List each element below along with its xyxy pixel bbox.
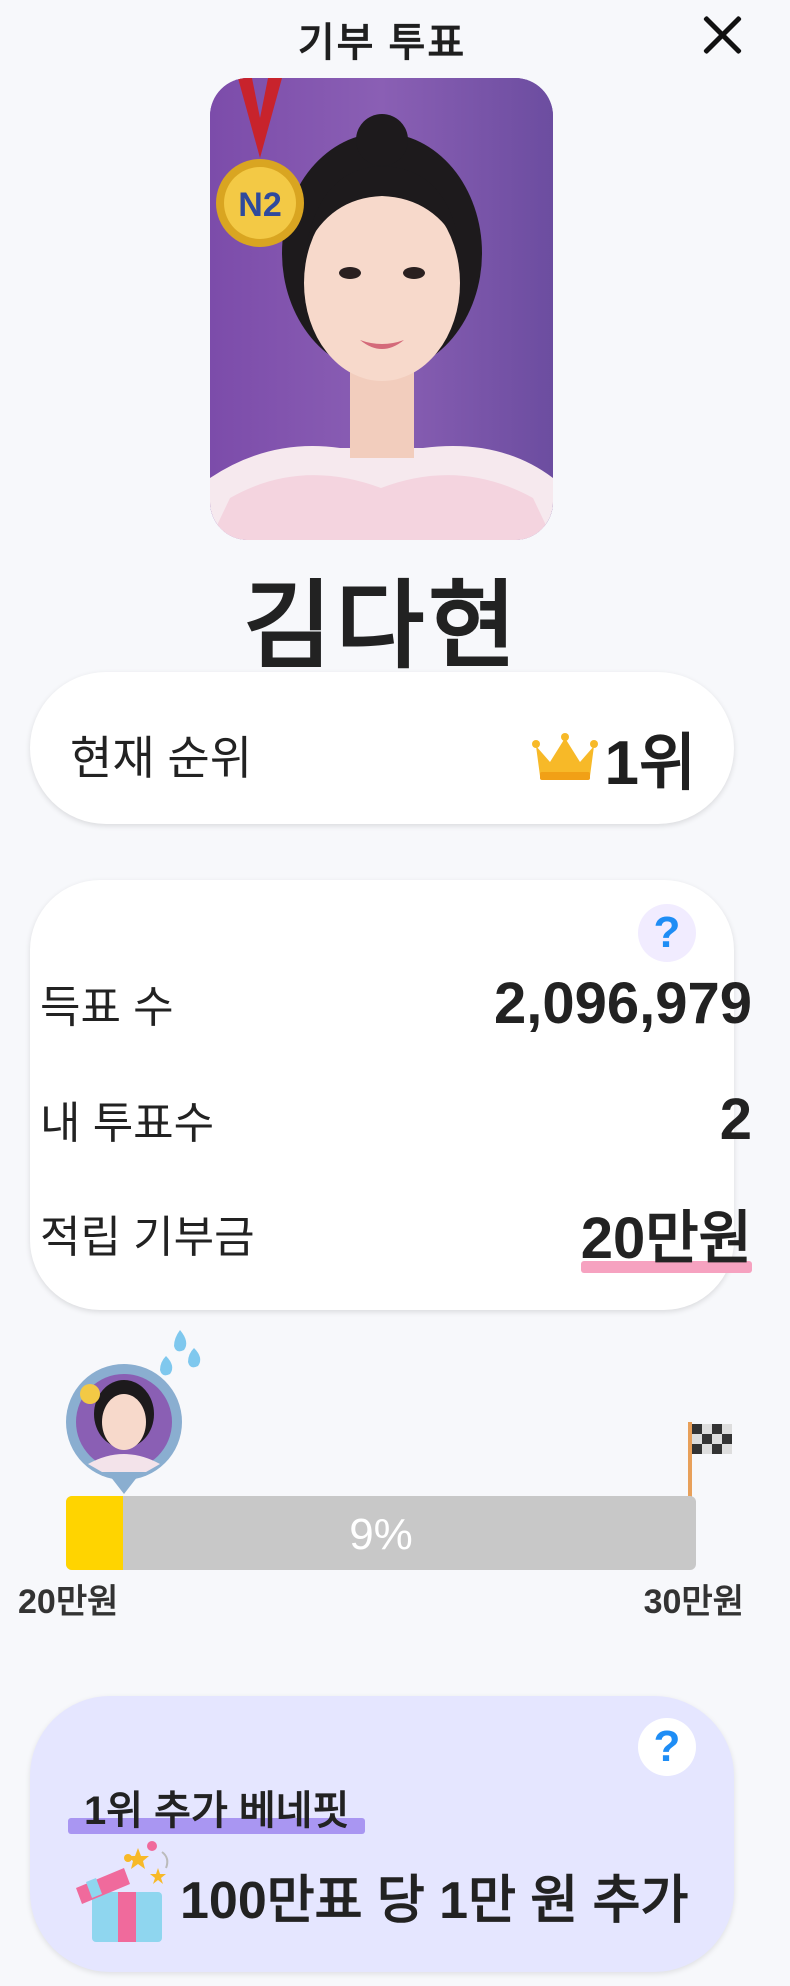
profile-photo: N2 — [210, 78, 553, 540]
help-icon[interactable]: ? — [638, 904, 696, 962]
benefit-title: 1위 추가 베네핏 — [84, 1789, 350, 1833]
medal-icon: N2 — [216, 78, 304, 247]
close-icon[interactable] — [700, 12, 744, 56]
benefit-help-icon[interactable]: ? — [638, 1718, 696, 1776]
candidate-name: 김다현 — [243, 573, 521, 680]
avatar-marker — [66, 1364, 182, 1494]
gift-icon — [76, 1841, 169, 1942]
votes-value: 2,096,979 — [493, 970, 752, 1036]
donation-value-wrap: 20만원 — [580, 1191, 752, 1275]
rank-value-wrap: 1위 — [532, 712, 696, 802]
progress-bar: 9% — [66, 1496, 696, 1570]
donation-row: 적립 기부금 20만원 — [40, 1198, 752, 1273]
votes-label: 득표 수 — [40, 983, 174, 1032]
progress-percent: 9% — [349, 1510, 413, 1559]
my-votes-label: 내 투표수 — [40, 1099, 215, 1148]
my-votes-row: 내 투표수 2 — [40, 1084, 752, 1154]
progress-max-label: 30만원 — [643, 1583, 744, 1621]
checkered-flag-icon — [688, 1422, 732, 1498]
medal-text: N2 — [238, 186, 281, 224]
crown-icon — [532, 733, 599, 780]
header: 기부 투표 — [0, 0, 764, 65]
page-title: 기부 투표 — [297, 21, 467, 65]
benefit-text: 100만표 당 1만 원 추가 — [180, 1872, 689, 1930]
rank-value: 1위 — [604, 729, 696, 798]
votes-row: 득표 수 2,096,979 — [40, 968, 752, 1038]
donation-label: 적립 기부금 — [40, 1213, 255, 1262]
rank-label: 현재 순위 — [70, 732, 253, 784]
benefit-card: ? 1위 추가 베네핏 100만표 당 1만 원 추가 — [30, 1696, 734, 1972]
my-votes-value: 2 — [719, 1086, 752, 1152]
rank-card: 현재 순위 1위 — [30, 672, 734, 824]
benefit-title-wrap: 1위 추가 베네핏 — [68, 1778, 366, 1836]
donation-value: 20만원 — [580, 1206, 752, 1271]
progress-min-label: 20만원 — [18, 1583, 119, 1621]
